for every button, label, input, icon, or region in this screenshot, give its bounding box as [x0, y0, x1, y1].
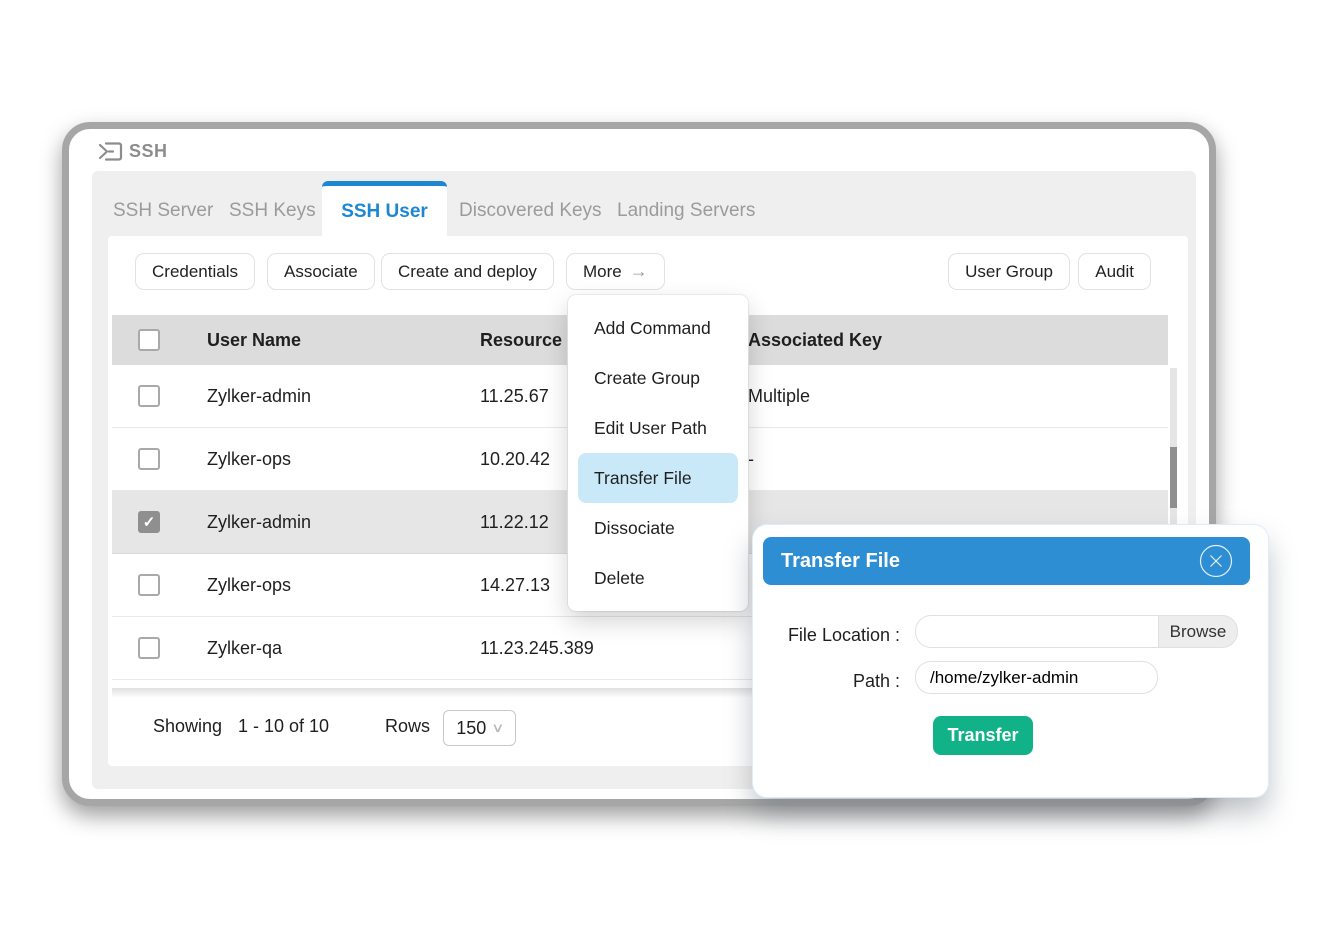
row-checkbox[interactable] — [138, 637, 160, 659]
cell-associated-key: Multiple — [748, 385, 811, 406]
scrollbar-thumb[interactable] — [1170, 447, 1177, 508]
menu-item-delete[interactable]: Delete — [568, 553, 748, 603]
file-location-label: File Location : — [787, 625, 900, 645]
screenshot-canvas: SSH SSH Server SSH Keys SSH User Discove… — [0, 0, 1344, 930]
credentials-button[interactable]: Credentials — [135, 253, 255, 290]
cell-resource: 11.23.245.389 — [480, 637, 594, 658]
browse-button[interactable]: Browse — [1158, 615, 1238, 648]
chevron-down-icon: ∨ — [491, 720, 505, 735]
cell-user-name: Zylker-admin — [207, 385, 312, 406]
menu-item-transfer-file[interactable]: Transfer File — [578, 453, 738, 503]
menu-item-edit-user-path[interactable]: Edit User Path — [568, 403, 748, 453]
menu-item-add-command[interactable]: Add Command — [568, 303, 748, 353]
file-location-input[interactable] — [915, 615, 1158, 648]
cell-user-name: Zylker-ops — [207, 448, 292, 469]
more-dropdown-menu: Add Command Create Group Edit User Path … — [568, 295, 748, 611]
rows-per-page-value: 150 — [456, 717, 487, 738]
file-location-group: Browse — [915, 615, 1238, 648]
tab-discovered-keys[interactable]: Discovered Keys — [459, 200, 602, 222]
right-arrow-icon: → — [629, 261, 648, 281]
header-associated-key: Associated Key — [748, 329, 883, 350]
rows-label: Rows — [385, 716, 431, 736]
user-group-button[interactable]: User Group — [948, 253, 1070, 290]
row-checkbox[interactable] — [138, 385, 160, 407]
ssh-terminal-icon — [98, 141, 123, 162]
showing-range: 1 - 10 of 10 — [238, 716, 330, 736]
cell-user-name: Zylker-ops — [207, 574, 292, 595]
menu-item-create-group[interactable]: Create Group — [568, 353, 748, 403]
cell-user-name: Zylker-admin — [207, 511, 312, 532]
tab-ssh-server[interactable]: SSH Server — [113, 200, 213, 222]
modal-header: Transfer File — [763, 537, 1250, 585]
transfer-file-modal: Transfer File File Location : Browse Pat… — [753, 525, 1268, 797]
transfer-button[interactable]: Transfer — [933, 716, 1033, 755]
more-button-label: More — [583, 261, 622, 281]
audit-button[interactable]: Audit — [1078, 253, 1151, 290]
tab-ssh-keys[interactable]: SSH Keys — [229, 200, 316, 222]
showing-label: Showing — [153, 716, 223, 736]
path-input[interactable] — [915, 661, 1158, 694]
app-title-text: SSH — [129, 141, 168, 161]
rows-per-page-select[interactable]: 150 ∨ — [443, 710, 516, 746]
row-checkbox[interactable] — [138, 448, 160, 470]
header-user-name: User Name — [207, 329, 302, 350]
row-checkbox[interactable] — [138, 574, 160, 596]
modal-title: Transfer File — [781, 549, 900, 572]
row-checkbox[interactable] — [138, 511, 160, 533]
cell-user-name: Zylker-qa — [207, 637, 283, 658]
create-and-deploy-button[interactable]: Create and deploy — [381, 253, 554, 290]
menu-item-dissociate[interactable]: Dissociate — [568, 503, 748, 553]
associate-button[interactable]: Associate — [267, 253, 375, 290]
cell-associated-key: - — [748, 448, 754, 469]
close-icon[interactable] — [1199, 544, 1233, 578]
select-all-checkbox[interactable] — [138, 329, 160, 351]
path-label: Path : — [852, 671, 900, 691]
tab-landing-servers[interactable]: Landing Servers — [617, 200, 755, 222]
tab-ssh-user[interactable]: SSH User — [322, 181, 447, 237]
more-button[interactable]: More → — [566, 253, 665, 290]
app-title: SSH — [98, 141, 168, 162]
